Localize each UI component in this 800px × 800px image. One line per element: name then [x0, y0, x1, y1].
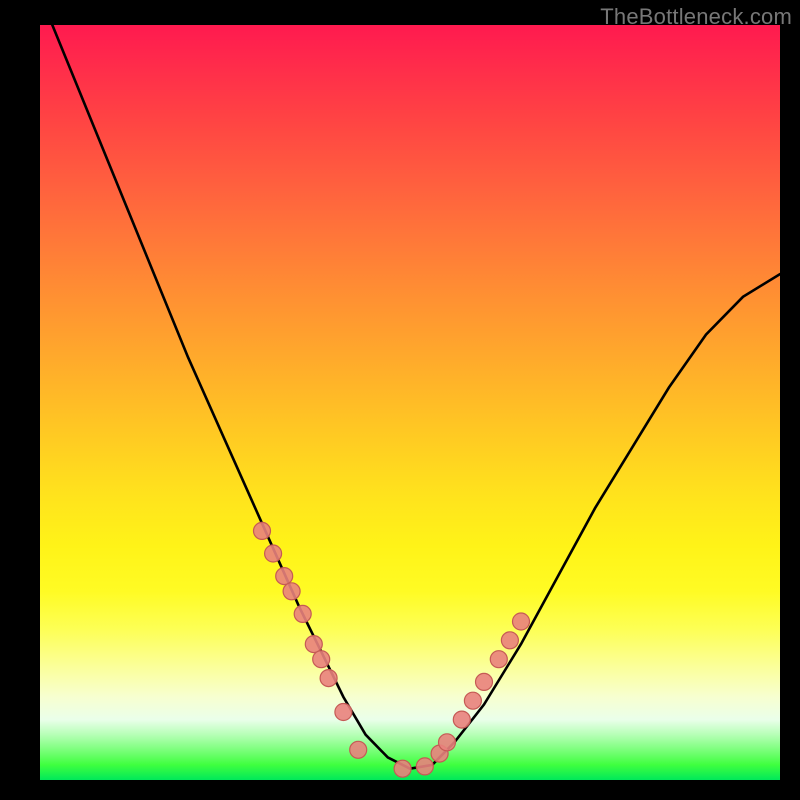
data-point	[335, 704, 352, 721]
data-point	[439, 734, 456, 751]
chart-svg	[40, 25, 780, 780]
watermark-text: TheBottleneck.com	[600, 4, 792, 30]
data-point	[276, 568, 293, 585]
data-point	[464, 692, 481, 709]
data-point	[416, 758, 433, 775]
bottleneck-curve	[40, 25, 780, 769]
data-point	[453, 711, 470, 728]
data-point	[476, 673, 493, 690]
data-point	[254, 522, 271, 539]
curve-layer	[40, 25, 780, 769]
data-point	[490, 651, 507, 668]
data-point	[394, 760, 411, 777]
marker-layer	[254, 522, 530, 777]
data-point	[320, 670, 337, 687]
data-point	[294, 605, 311, 622]
data-point	[501, 632, 518, 649]
data-point	[513, 613, 530, 630]
data-point	[305, 636, 322, 653]
data-point	[313, 651, 330, 668]
data-point	[283, 583, 300, 600]
chart-frame: TheBottleneck.com	[0, 0, 800, 800]
plot-area	[40, 25, 780, 780]
data-point	[350, 741, 367, 758]
data-point	[265, 545, 282, 562]
